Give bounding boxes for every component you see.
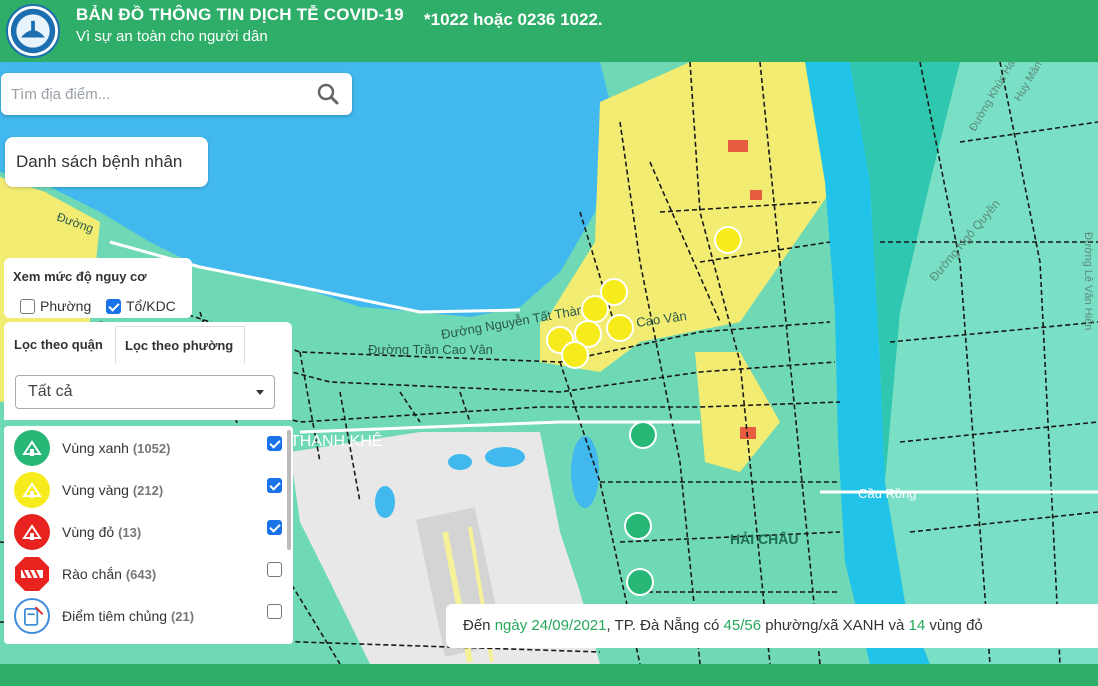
legend-item-green[interactable]: Vùng xanh (1052) (4, 426, 284, 468)
legend-scrollbar[interactable] (287, 430, 291, 550)
status-bar: Đến ngày 24/09/2021, TP. Đà Nẵng có 45/5… (446, 604, 1098, 648)
caret-down-icon (256, 390, 264, 395)
tab-by-district[interactable]: Lọc theo quận (6, 326, 116, 364)
district-select-value: Tất cả (28, 383, 73, 400)
legend-checkbox-vaccine[interactable] (267, 604, 282, 619)
yellow-house-icon (14, 472, 50, 508)
legend-item-yellow[interactable]: Vùng vàng (212) (4, 468, 284, 510)
group-checkbox[interactable] (106, 298, 121, 314)
city-logo (6, 4, 60, 58)
search-icon[interactable] (316, 82, 340, 106)
green-house-icon (14, 430, 50, 466)
legend-item-red[interactable]: Vùng đỏ (13) (4, 510, 284, 552)
legend-item-vaccine[interactable]: Điểm tiêm chủng (21) (4, 594, 284, 636)
search-box (1, 73, 352, 115)
street-label: Đường Trần Cao Vân (368, 342, 493, 357)
legend-item-barrier[interactable]: Rào chắn (643) (4, 552, 284, 594)
street-label: Đường Lê Văn Hiến (1082, 232, 1094, 330)
district-select[interactable]: Tất cả (15, 375, 275, 409)
app-footer (0, 664, 1098, 686)
red-house-icon (14, 514, 50, 550)
app-header: BẢN ĐỒ THÔNG TIN DỊCH TỄ COVID-19 Vì sự … (0, 0, 1098, 62)
hotline-text: *1022 hoặc 0236 1022. (424, 10, 603, 29)
risk-option-group[interactable]: Tổ/KDC (106, 298, 176, 314)
legend-checkbox-red[interactable] (267, 520, 282, 535)
risk-level-panel: Xem mức độ nguy cơ Phường Tổ/KDC (4, 258, 192, 318)
vaccine-icon (14, 598, 50, 634)
tab-by-ward[interactable]: Lọc theo phường (117, 326, 245, 364)
legend-checkbox-green[interactable] (267, 436, 282, 451)
street-label: Cầu Rồng (858, 486, 917, 501)
page-title: BẢN ĐỒ THÔNG TIN DỊCH TỄ COVID-19 (76, 5, 404, 24)
legend-checkbox-yellow[interactable] (267, 478, 282, 493)
zone-legend: Vùng xanh (1052) Vùng vàng (212) Vùng đỏ… (4, 426, 293, 644)
search-input[interactable] (11, 83, 301, 105)
risk-level-title: Xem mức độ nguy cơ (13, 269, 147, 284)
district-label: THANH KHÊ (290, 431, 382, 450)
ward-checkbox[interactable] (20, 298, 35, 314)
page-subtitle: Vì sự an toàn cho người dân (76, 28, 268, 45)
barrier-icon (14, 556, 50, 592)
ward-label: Phường (40, 298, 92, 314)
filter-panel: Lọc theo quận Lọc theo phường Tất cả (4, 322, 292, 420)
risk-option-ward[interactable]: Phường (20, 298, 91, 314)
patient-list-button[interactable]: Danh sách bệnh nhân (5, 137, 208, 187)
district-label: HẢI CHÂU (730, 530, 798, 547)
group-label: Tổ/KDC (126, 298, 176, 314)
legend-checkbox-barrier[interactable] (267, 562, 282, 577)
